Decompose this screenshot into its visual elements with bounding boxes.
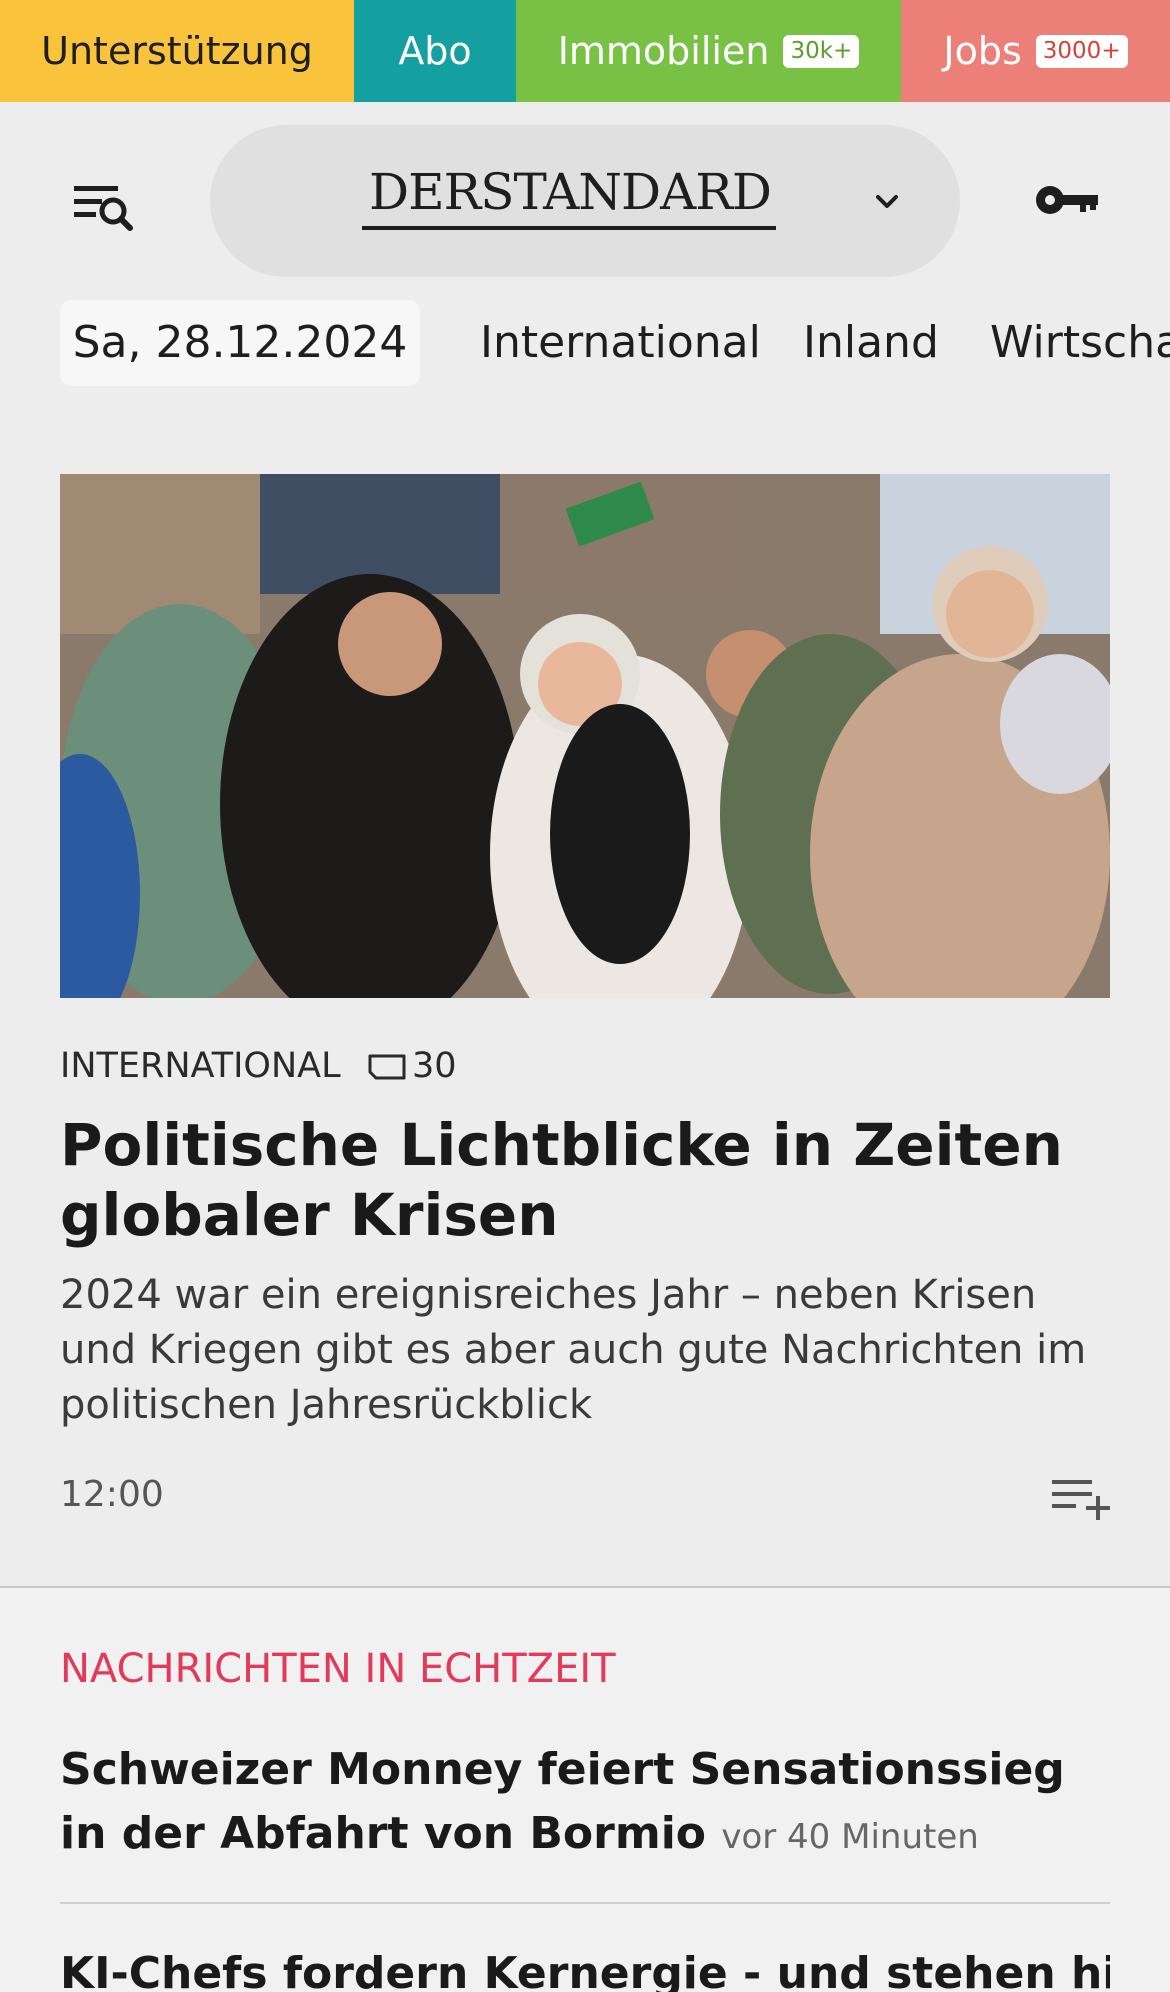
jobs-count-badge: 3000+	[1035, 34, 1128, 68]
date-chip[interactable]: Sa, 28.12.2024	[60, 300, 420, 386]
comment-icon	[368, 1054, 406, 1080]
article-time: 12:00	[60, 1474, 164, 1515]
jobs-label: Jobs	[943, 29, 1022, 73]
live-news-title[interactable]: NACHRICHTEN IN ECHTZEIT	[60, 1642, 616, 1696]
top-service-bar: Unterstützung Abo Immobilien 30k+ Jobs 3…	[0, 0, 1170, 102]
live-news-item[interactable]: Schweizer Monney feiert Sensationssieg i…	[60, 1738, 1110, 1869]
jobs-link[interactable]: Jobs 3000+	[901, 0, 1170, 102]
comment-count: 30	[412, 1046, 457, 1086]
hero-headline[interactable]: Politische Lichtblicke in Zeiten globale…	[60, 1110, 1120, 1250]
immobilien-label: Immobilien	[557, 29, 770, 73]
live-news-time: vor 40 Minuten	[721, 1817, 979, 1857]
abo-link[interactable]: Abo	[354, 0, 516, 102]
nav-item-inland[interactable]: Inland	[803, 300, 939, 386]
menu-search-button[interactable]	[66, 166, 146, 246]
hero-image[interactable]	[60, 474, 1110, 998]
login-button[interactable]	[1030, 170, 1106, 230]
abo-label: Abo	[398, 29, 472, 73]
logo-underline	[362, 226, 776, 230]
chevron-down-icon	[876, 195, 898, 208]
comment-count-link[interactable]: 30	[366, 1044, 457, 1088]
site-logo: DERSTANDARD	[369, 163, 772, 221]
live-news-item[interactable]: KI-Chefs fordern Kernergie - und stehen …	[60, 1942, 1110, 1992]
support-link[interactable]: Unterstützung	[0, 0, 354, 102]
list-divider	[60, 1902, 1110, 1904]
article-kicker[interactable]: INTERNATIONAL	[60, 1044, 341, 1088]
hero-lead: 2024 war ein ereignisreiches Jahr – nebe…	[60, 1272, 1087, 1428]
key-icon	[1036, 186, 1098, 214]
live-news-headline: KI-Chefs fordern Kernergie - und stehen …	[60, 1948, 1110, 1992]
nav-item-wirtschaft[interactable]: Wirtschaft	[990, 300, 1170, 386]
playlist-add-icon	[1052, 1480, 1110, 1520]
nav-item-international[interactable]: International	[480, 300, 761, 386]
menu-search-icon	[74, 186, 133, 231]
add-to-playlist-button[interactable]	[1050, 1474, 1114, 1524]
immobilien-link[interactable]: Immobilien 30k+	[516, 0, 901, 102]
live-news-section: NACHRICHTEN IN ECHTZEIT Schweizer Monney…	[0, 1588, 1170, 1992]
support-label: Unterstützung	[41, 29, 313, 73]
logo-edition-pill[interactable]: DERSTANDARD	[210, 125, 960, 277]
immobilien-count-badge: 30k+	[783, 34, 860, 68]
